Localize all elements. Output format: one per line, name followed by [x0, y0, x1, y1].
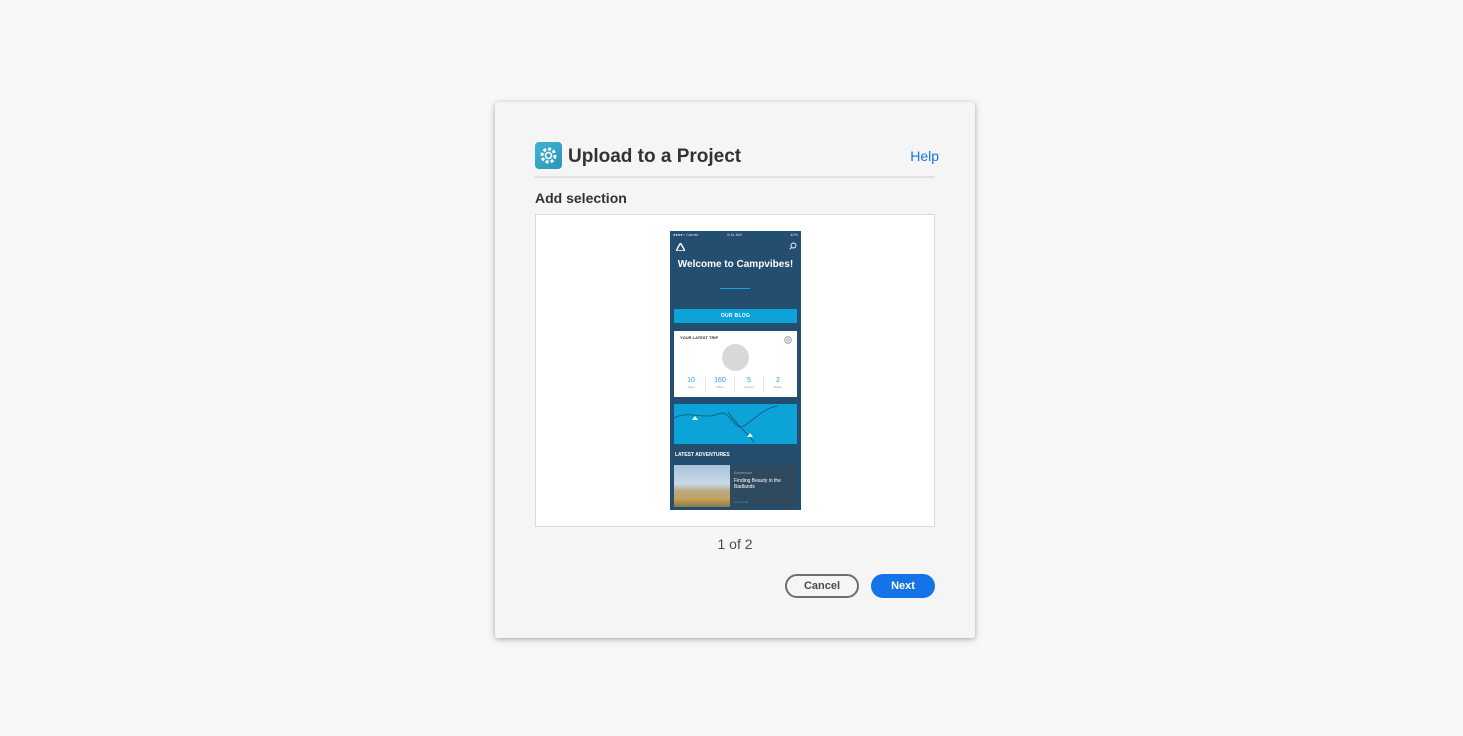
cancel-button[interactable]: Cancel [785, 574, 859, 598]
settings-icon [784, 336, 792, 344]
stat-label: Camps [744, 385, 754, 389]
stat-bears: 2 Bears [764, 377, 792, 389]
dialog-header: Upload to a Project Help [535, 142, 939, 178]
trip-card-title: YOUR LATEST TRIP [680, 335, 719, 340]
status-battery: 42% [789, 232, 798, 237]
status-bar: ●●●●○ Carrier 9:41 AM 42% [670, 231, 801, 238]
pagination-indicator: 1 of 2 [717, 536, 753, 552]
search-icon [789, 242, 797, 250]
stat-camps: 5 Camps [735, 377, 763, 389]
status-carrier: ●●●●○ Carrier [673, 232, 699, 237]
trip-map [674, 404, 797, 444]
stat-label: Bears [774, 385, 782, 389]
divider [720, 288, 750, 289]
latest-trip-card: YOUR LATEST TRIP 10 Days 160 Miles 5 Cam… [674, 331, 797, 397]
section-label: Add selection [535, 190, 627, 206]
stat-value: 160 [714, 377, 726, 384]
dialog-title: Upload to a Project [568, 146, 742, 167]
adventure-category: Adventure [734, 470, 753, 475]
stat-label: Miles [716, 385, 724, 389]
stat-value: 2 [776, 377, 780, 384]
stat-value: 5 [747, 377, 751, 384]
gear-icon [535, 142, 562, 169]
stat-label: Days [687, 385, 695, 389]
selection-preview: ●●●●○ Carrier 9:41 AM 42% Welcome to Cam… [535, 214, 935, 527]
adventure-read-time: 4 min read [734, 500, 749, 504]
stat-days: 10 Days [677, 377, 705, 389]
stat-value: 10 [687, 377, 695, 384]
stat-miles: 160 Miles [706, 377, 734, 389]
artboard-thumbnail: ●●●●○ Carrier 9:41 AM 42% Welcome to Cam… [670, 231, 801, 510]
upload-dialog: Upload to a Project Help Add selection ●… [495, 102, 975, 638]
our-blog-button: OUR BLOG [674, 309, 797, 323]
tent-logo-icon [676, 243, 685, 251]
status-time: 9:41 AM [727, 232, 742, 237]
welcome-heading: Welcome to Campvibes! [677, 259, 794, 270]
adventure-title: Finding Beauty in the Badlands [734, 478, 781, 490]
adventures-heading: LATEST ADVENTURES [675, 452, 730, 458]
adventure-photo [674, 465, 730, 507]
next-button[interactable]: Next [871, 574, 935, 598]
map-route-icon [674, 405, 779, 443]
trip-avatar [722, 344, 749, 371]
help-link[interactable]: Help [910, 148, 939, 164]
adventure-card: Adventure Finding Beauty in the Badlands… [674, 465, 797, 507]
